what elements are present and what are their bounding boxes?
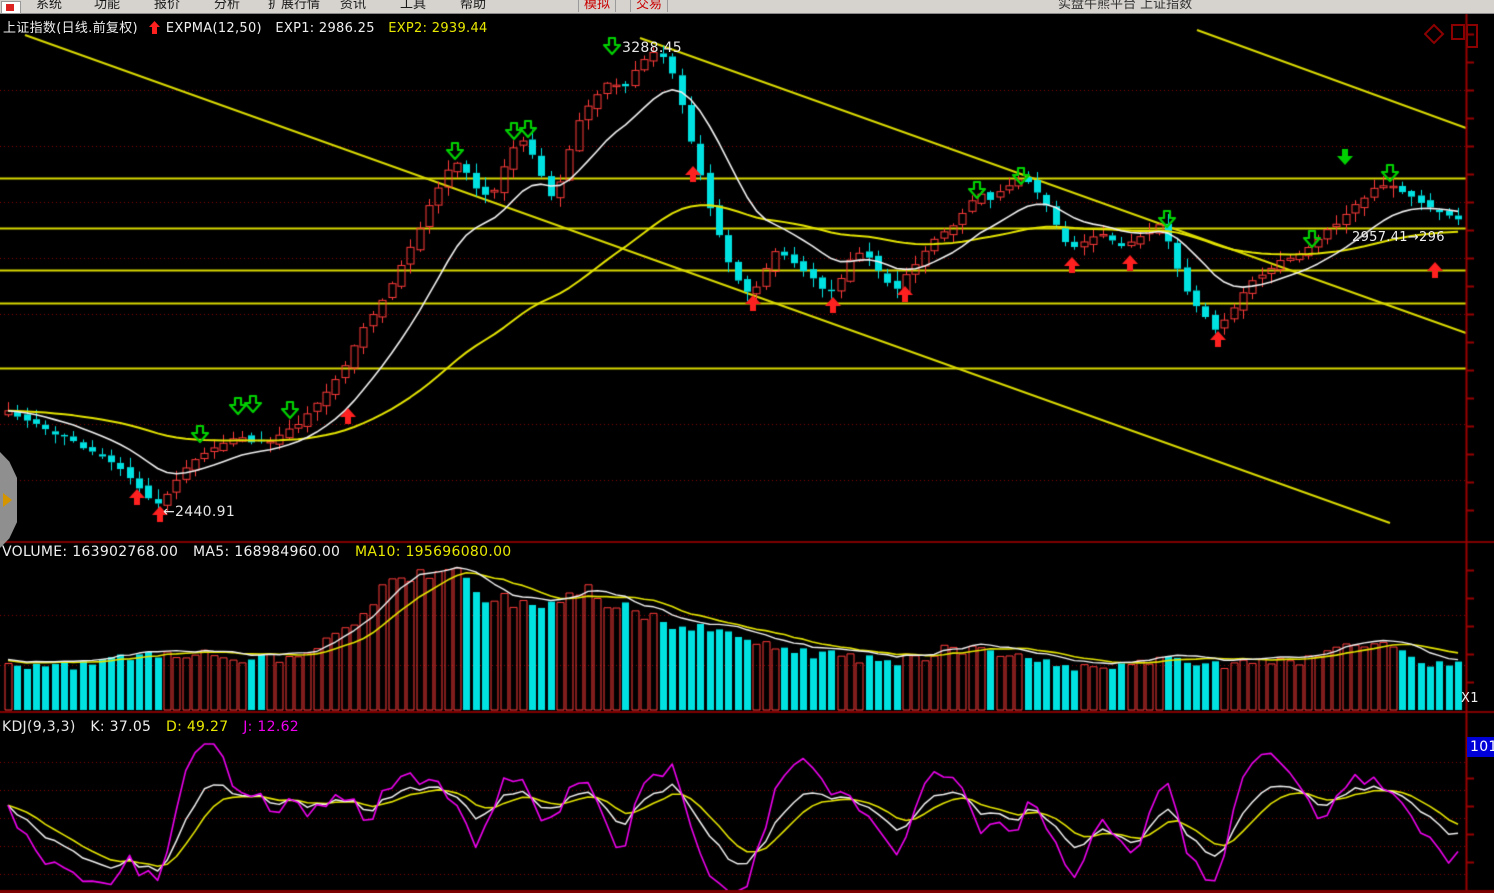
chart-header: 上证指数(日线.前复权) EXPMA(12,50) EXP1: 2986.25 E… <box>3 17 497 38</box>
peak-price-label: 3288.45 <box>622 40 682 56</box>
volume-value: VOLUME: 163902768.00 <box>2 544 178 560</box>
up-arrow-icon <box>149 21 160 38</box>
expand-right-icon <box>3 493 12 507</box>
menu-item-news[interactable]: 资讯 <box>340 0 366 12</box>
zoom-level-label: X1 <box>1461 691 1479 706</box>
menu-item-tools[interactable]: 工具 <box>400 0 426 12</box>
kdj-d-value: D: 49.27 <box>166 719 228 735</box>
menu-item-hot-2[interactable]: 交易 <box>630 0 668 12</box>
low-price-label: ←2440.91 <box>163 504 235 520</box>
exp2-value: EXP2: 2939.44 <box>388 21 487 36</box>
chart-canvas[interactable] <box>0 0 1494 893</box>
menu-right-text: 实盘牛熊平台 上证指数 <box>1058 0 1192 12</box>
kdj-k-value: K: 37.05 <box>90 719 151 735</box>
kdj-name[interactable]: KDJ(9,3,3) <box>2 719 76 735</box>
trading-terminal-window: 系统 功能 报价 分析 扩展行情 资讯 工具 帮助 模拟 交易 实盘牛熊平台 上… <box>0 0 1494 893</box>
window-panes-icon <box>1452 25 1477 47</box>
volume-ma10-value: MA10: 195696080.00 <box>355 544 511 560</box>
menu-item-analysis[interactable]: 分析 <box>214 0 240 12</box>
menu-item-help[interactable]: 帮助 <box>460 0 486 12</box>
menu-item-system[interactable]: 系统 <box>36 0 62 12</box>
indicator-name[interactable]: EXPMA(12,50) <box>166 21 262 36</box>
volume-header: VOLUME: 163902768.00 MA5: 168984960.00 M… <box>2 544 522 560</box>
menu-item-quotes[interactable]: 报价 <box>154 0 180 12</box>
menu-item-extquotes[interactable]: 扩展行情 <box>268 0 320 12</box>
pane-corner-icons <box>1424 23 1482 53</box>
kdj-header: KDJ(9,3,3) K: 37.05 D: 49.27 J: 12.62 <box>2 719 309 735</box>
volume-ma5-value: MA5: 168984960.00 <box>193 544 340 560</box>
diamond-icon <box>1425 25 1443 43</box>
last-price-label: 2957.41→296 <box>1352 230 1465 245</box>
app-logo-icon[interactable] <box>1 1 21 14</box>
axis-value-badge: 101 <box>1467 737 1494 757</box>
menu-item-hot-1[interactable]: 模拟 <box>578 0 616 12</box>
exp1-value: EXP1: 2986.25 <box>275 21 374 36</box>
menu-bar: 系统 功能 报价 分析 扩展行情 资讯 工具 帮助 模拟 交易 实盘牛熊平台 上… <box>0 0 1494 14</box>
kdj-j-value: J: 12.62 <box>243 719 299 735</box>
symbol-title: 上证指数(日线.前复权) <box>3 21 138 36</box>
menu-item-function[interactable]: 功能 <box>94 0 120 12</box>
